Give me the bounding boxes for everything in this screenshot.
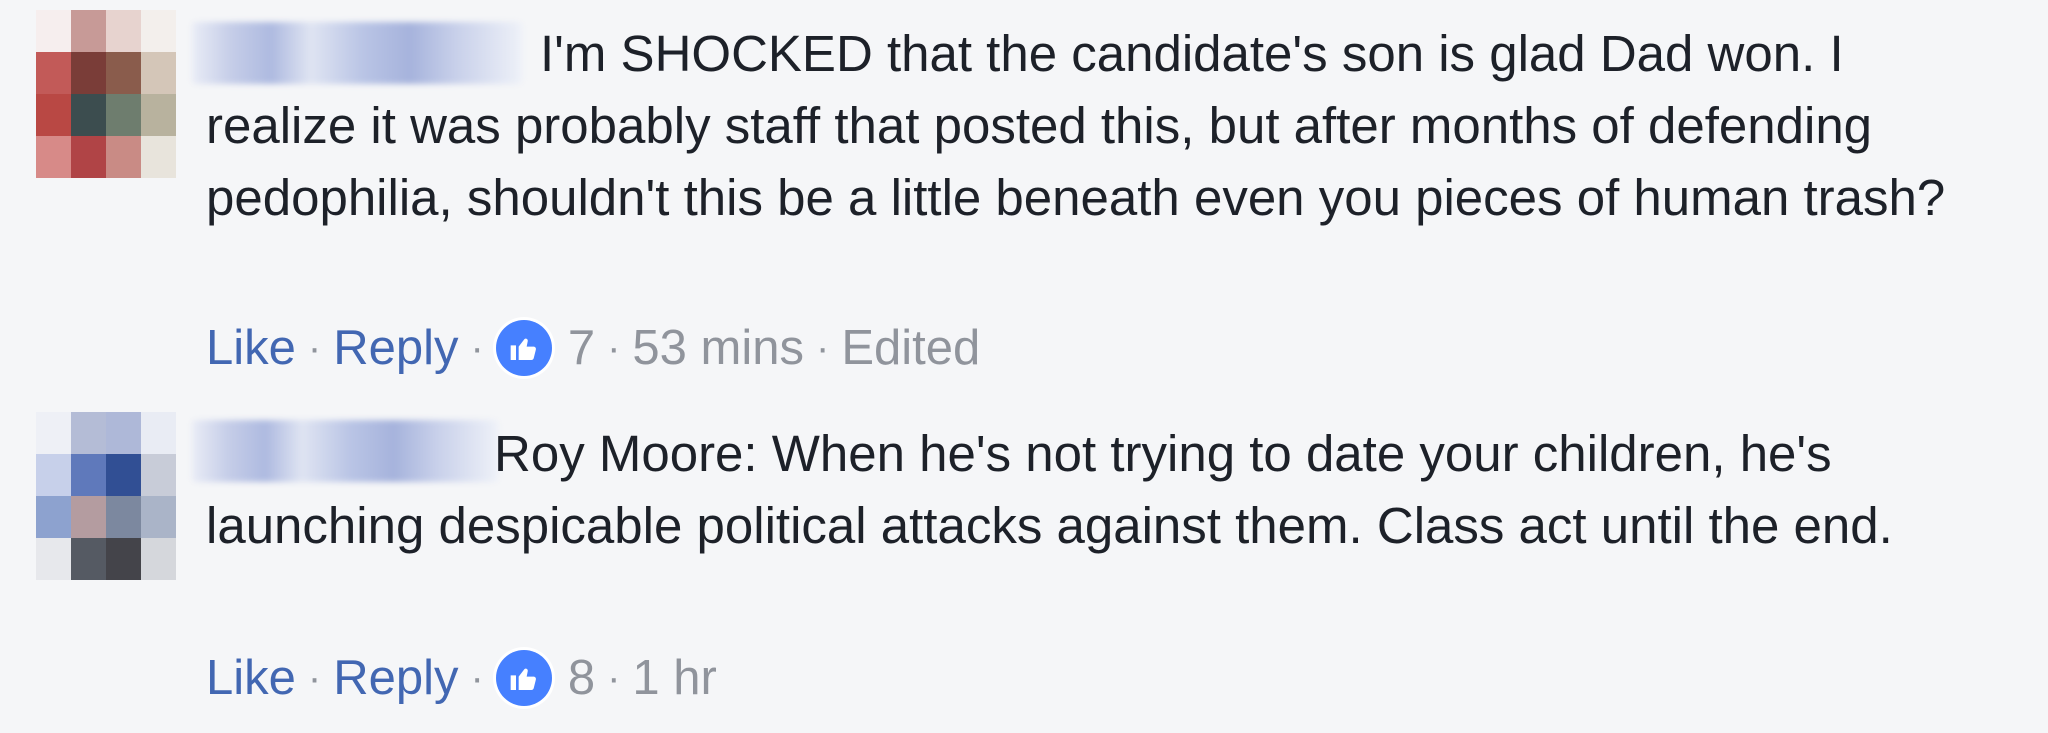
separator-dot: · (607, 325, 621, 370)
reaction-count[interactable]: 7 (568, 320, 595, 376)
separator-dot: · (816, 325, 830, 370)
reply-link[interactable]: Reply (333, 320, 458, 376)
timestamp[interactable]: 53 mins (632, 320, 804, 376)
edited-label[interactable]: Edited (841, 320, 980, 376)
comment-item: I'm SHOCKED that the candidate's son is … (0, 0, 2048, 376)
author-name-space (206, 70, 540, 71)
comment-body: I'm SHOCKED that the candidate's son is … (206, 25, 1946, 226)
avatar[interactable] (36, 412, 176, 580)
comment-text: Roy Moore: When he's not trying to date … (206, 418, 2006, 562)
author-name-space (206, 470, 494, 471)
thumbs-up-icon[interactable] (495, 650, 552, 706)
separator-dot: · (607, 655, 621, 700)
reply-link[interactable]: Reply (333, 650, 458, 706)
separator-dot: · (307, 325, 322, 370)
comment-text: I'm SHOCKED that the candidate's son is … (206, 18, 2006, 234)
reaction-count[interactable]: 8 (568, 650, 595, 706)
comment-item: Roy Moore: When he's not trying to date … (0, 400, 2048, 733)
avatar[interactable] (36, 10, 176, 178)
like-link[interactable]: Like (206, 650, 296, 706)
timestamp[interactable]: 1 hr (632, 650, 716, 706)
separator-dot: · (470, 325, 484, 370)
comment-body: Roy Moore: When he's not trying to date … (206, 425, 1893, 554)
separator-dot: · (470, 655, 484, 700)
separator-dot: · (307, 655, 322, 700)
like-link[interactable]: Like (206, 320, 296, 376)
thumbs-up-icon[interactable] (495, 320, 552, 376)
comment-actions: Like · Reply · 7 · 53 mins · Edited (206, 318, 980, 378)
comment-actions: Like · Reply · 8 · 1 hr (206, 648, 717, 708)
